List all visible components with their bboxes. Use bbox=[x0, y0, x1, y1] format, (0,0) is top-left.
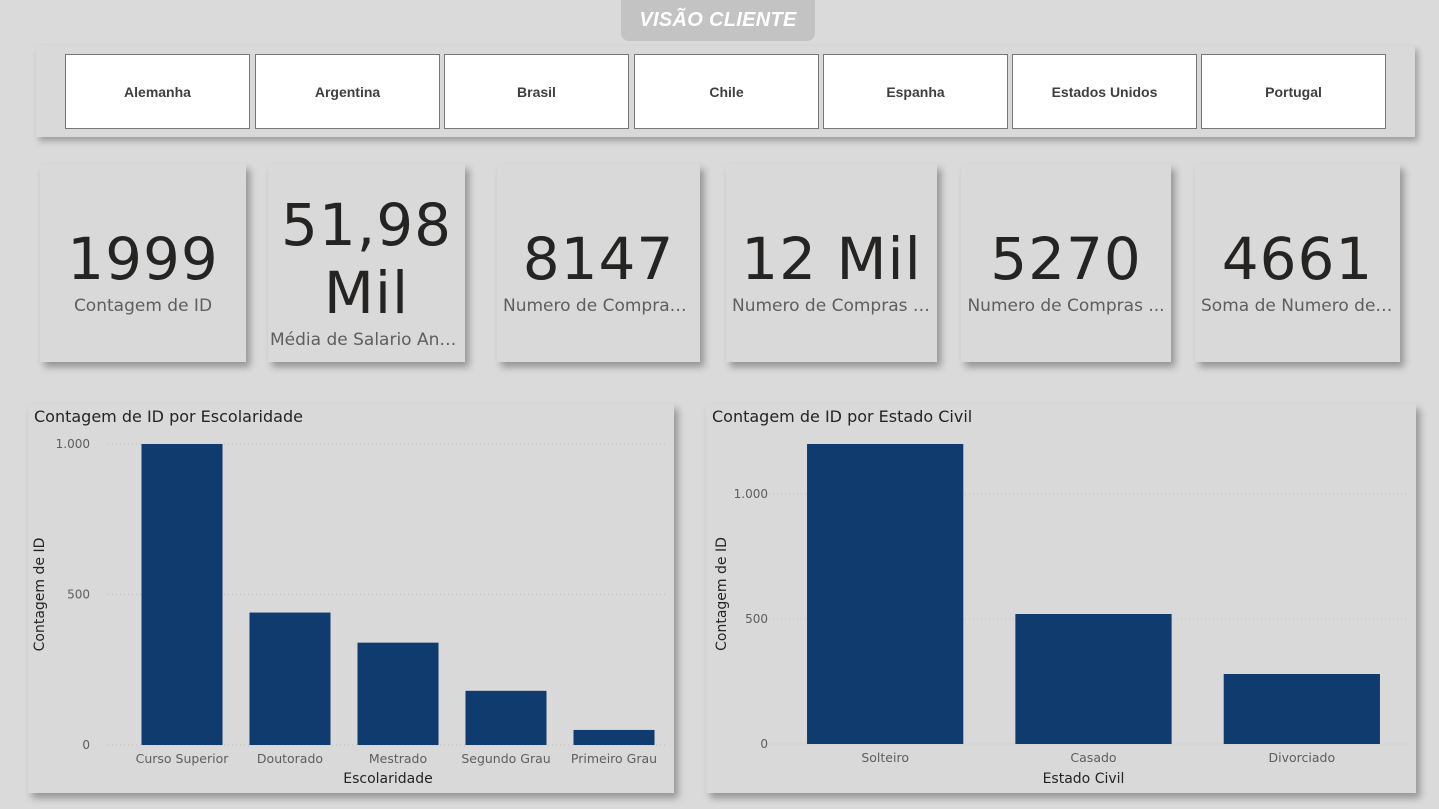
slicer-item-brasil[interactable]: Brasil bbox=[444, 54, 629, 129]
kpi-card-compras-2[interactable]: 12 Mil Numero de Compras n... bbox=[726, 164, 937, 362]
kpi-card-contagem-id[interactable]: 1999 Contagem de ID bbox=[40, 164, 246, 362]
page-title: VISÃO CLIENTE bbox=[621, 0, 815, 41]
slicer-item-portugal[interactable]: Portugal bbox=[1201, 54, 1386, 129]
y-tick-label: 500 bbox=[67, 588, 90, 602]
slicer-item-chile[interactable]: Chile bbox=[634, 54, 819, 129]
bar-mestrado bbox=[357, 642, 439, 745]
slicer-item-espanha[interactable]: Espanha bbox=[823, 54, 1008, 129]
kpi-label: Numero de Compras ... bbox=[503, 296, 694, 316]
x-tick-label: Divorciado bbox=[1269, 750, 1336, 765]
bar-segundo-grau bbox=[465, 690, 547, 745]
y-tick-label: 1.000 bbox=[734, 487, 768, 501]
kpi-card-compras-1[interactable]: 8147 Numero de Compras ... bbox=[497, 164, 700, 362]
chart-escolaridade-panel[interactable]: Contagem de ID por Escolaridade 0 500 1.00… bbox=[28, 404, 674, 793]
kpi-value: 4661 bbox=[1221, 225, 1374, 293]
bar-casado bbox=[1015, 614, 1172, 744]
x-tick-label: Curso Superior bbox=[136, 751, 230, 766]
kpi-label: Soma de Numero de ... bbox=[1201, 296, 1394, 316]
kpi-value: 1999 bbox=[67, 225, 219, 293]
kpi-card-soma-numero[interactable]: 4661 Soma de Numero de ... bbox=[1195, 164, 1400, 362]
bar-doutorado bbox=[249, 612, 331, 745]
kpi-value-line2: Mil bbox=[323, 259, 410, 327]
y-tick-label: 0 bbox=[82, 738, 90, 752]
kpi-label: Numero de Compras n... bbox=[732, 296, 931, 316]
kpi-value: 12 Mil bbox=[741, 225, 922, 293]
slicer-item-argentina[interactable]: Argentina bbox=[255, 54, 440, 129]
y-tick-label: 500 bbox=[745, 612, 768, 626]
kpi-card-compras-3[interactable]: 5270 Numero de Compras ... bbox=[961, 164, 1171, 362]
x-tick-label: Doutorado bbox=[257, 751, 323, 766]
kpi-value-line1: 51,98 bbox=[280, 191, 453, 259]
y-tick-label: 1.000 bbox=[56, 437, 90, 451]
chart-estado-civil-panel[interactable]: Contagem de ID por Estado Civil 0 500 1.00… bbox=[706, 404, 1416, 793]
chart-estado-civil: 0 500 1.000 Solteiro Casado Divorciado Estado … bbox=[714, 444, 1406, 787]
bar-solteiro bbox=[807, 444, 964, 744]
kpi-label: Numero de Compras ... bbox=[967, 296, 1165, 316]
slicer-item-estados-unidos[interactable]: Estados Unidos bbox=[1012, 54, 1197, 129]
x-tick-label: Casado bbox=[1070, 750, 1116, 765]
country-slicer: Alemanha Argentina Brasil Chile Espanha … bbox=[36, 46, 1415, 137]
y-axis-title: Contagem de ID bbox=[714, 537, 730, 651]
x-tick-label: Solteiro bbox=[861, 750, 909, 765]
bar-primeiro-grau bbox=[573, 729, 655, 745]
kpi-card-media-salario[interactable]: 51,98 Mil Média de Salario Anual bbox=[268, 164, 465, 362]
slicer-item-alemanha[interactable]: Alemanha bbox=[65, 54, 250, 129]
y-axis-title: Contagem de ID bbox=[32, 538, 48, 652]
chart-escolaridade: 0 500 1.000 Curso Superior Doutorado Mestrado… bbox=[32, 437, 668, 787]
x-tick-label: Primeiro Grau bbox=[571, 751, 657, 766]
y-tick-label: 0 bbox=[760, 737, 768, 751]
kpi-label: Contagem de ID bbox=[73, 296, 213, 316]
bar-divorciado bbox=[1223, 674, 1380, 744]
x-axis-title: Estado Civil bbox=[1043, 771, 1125, 787]
x-tick-label: Segundo Grau bbox=[461, 751, 550, 766]
bar-curso-superior bbox=[141, 444, 223, 745]
kpi-label: Média de Salario Anual bbox=[270, 330, 463, 350]
x-tick-label: Mestrado bbox=[369, 751, 427, 766]
kpi-value: 5270 bbox=[990, 225, 1142, 293]
kpi-value: 8147 bbox=[522, 225, 675, 293]
x-axis-title: Escolaridade bbox=[343, 771, 432, 787]
